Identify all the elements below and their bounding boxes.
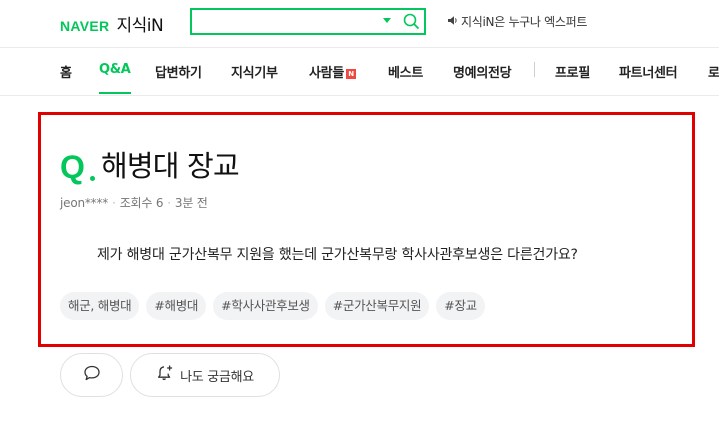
me-too-curious-label: 나도 궁금해요 [180,369,254,385]
tab-profile[interactable]: 프로필 [555,62,590,81]
main-nav: 홈 Q&A 답변하기 지식기부 사람들 N 베스트 명예의전당 프로필 파트너센터… [0,48,719,96]
view-count: 조회수 6 [119,196,164,210]
tab-overflow[interactable]: 로 [708,62,719,81]
tag-list: 해군, 해병대 #해병대 #학사사관후보생 #군가산복무지원 #장교 [60,292,492,320]
site-header: NAVER 지식iN 지식iN은 누구나 엑스퍼트 [0,0,719,48]
notice-banner[interactable]: 지식iN은 누구나 엑스퍼트 [447,13,587,30]
speaker-icon [447,15,458,29]
tab-answer[interactable]: 답변하기 [155,62,202,81]
tag-item[interactable]: #학사사관후보생 [213,292,318,320]
search-input[interactable] [192,10,377,33]
question-body: 제가 해병대 군가산복무 지원을 했는데 군가산복무랑 학사사관후보생은 다른건… [97,247,578,263]
tab-qna[interactable]: Q&A [99,62,131,94]
question-title: 해병대 장교 [101,149,240,183]
question-q-dot [90,176,95,181]
question-meta: jeon**** · 조회수 6 · 3분 전 [60,194,208,211]
tab-people[interactable]: 사람들 N [309,62,356,81]
logo[interactable]: NAVER 지식iN [60,11,164,36]
nav-divider [534,62,535,77]
tab-home[interactable]: 홈 [60,62,72,81]
caret-down-icon[interactable] [383,18,391,23]
post-time: 3분 전 [174,196,208,210]
author-name[interactable]: jeon**** [60,196,108,210]
search-icon[interactable] [403,13,420,34]
tab-donate[interactable]: 지식기부 [231,62,278,81]
naver-logo[interactable]: NAVER [60,18,109,34]
search-box [190,8,426,35]
tag-category[interactable]: 해군, 해병대 [60,292,140,320]
tag-item[interactable]: #장교 [436,292,485,320]
tag-item[interactable]: #해병대 [146,292,207,320]
comment-button[interactable] [60,353,123,397]
meta-separator: · [112,196,116,210]
bell-plus-icon [156,364,174,386]
me-too-curious-button[interactable]: 나도 궁금해요 [130,353,280,397]
tab-partner-center[interactable]: 파트너센터 [619,62,678,81]
notice-text: 지식iN은 누구나 엑스퍼트 [461,15,588,29]
tab-hall-of-fame[interactable]: 명예의전당 [453,62,512,81]
new-badge: N [345,69,356,79]
tag-item[interactable]: #군가산복무지원 [324,292,430,320]
tab-best[interactable]: 베스트 [388,62,423,81]
speech-bubble-icon [83,364,101,386]
kin-logo[interactable]: 지식iN [116,11,163,36]
question-q-icon: Q [60,149,85,185]
meta-separator: · [167,196,171,210]
tab-people-label: 사람들 [309,66,344,81]
